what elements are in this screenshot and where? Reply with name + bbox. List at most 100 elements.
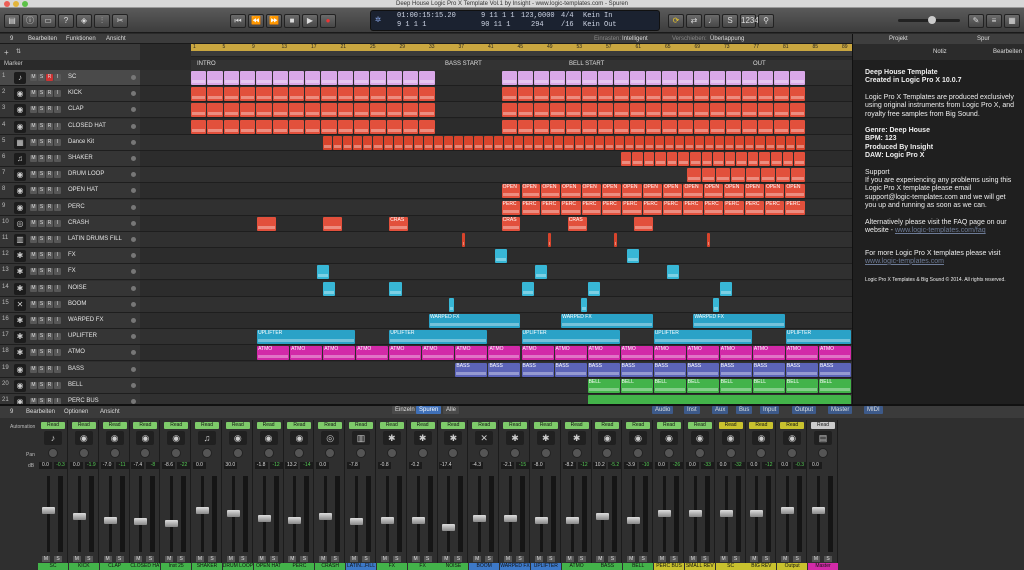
region[interactable] — [773, 71, 789, 85]
input-monitor-button[interactable]: I — [54, 90, 61, 98]
solo-button[interactable]: S — [824, 556, 832, 562]
volume-fader[interactable] — [288, 516, 302, 524]
solo-button[interactable]: S — [115, 556, 124, 562]
region[interactable] — [664, 135, 675, 150]
region[interactable] — [581, 87, 597, 102]
region[interactable]: BELL — [686, 378, 719, 393]
region[interactable] — [735, 135, 745, 150]
region[interactable] — [354, 103, 370, 118]
region[interactable]: PERC — [785, 200, 805, 215]
track-lane[interactable] — [140, 248, 852, 265]
region[interactable] — [370, 103, 386, 118]
region[interactable] — [403, 135, 413, 150]
volume-knob[interactable] — [131, 253, 136, 259]
region[interactable] — [613, 103, 629, 118]
marker[interactable]: OUT — [753, 61, 766, 67]
stop-icon[interactable]: ■ — [284, 14, 300, 28]
volume-knob[interactable] — [131, 285, 136, 291]
solo-button[interactable]: S — [38, 106, 45, 114]
input-monitor-button[interactable]: I — [54, 203, 61, 211]
region[interactable] — [771, 152, 782, 166]
pan-knob[interactable] — [694, 448, 705, 458]
automation-mode-button[interactable]: Read — [164, 422, 189, 429]
region[interactable]: PERC — [683, 200, 703, 215]
region[interactable] — [574, 135, 584, 150]
marker[interactable]: BELL START — [569, 61, 604, 67]
volume-knob[interactable] — [131, 366, 136, 372]
pan-knob[interactable] — [540, 448, 551, 458]
mute-button[interactable]: M — [380, 556, 389, 562]
channel-name[interactable]: NOISE14 — [438, 563, 469, 570]
mute-button[interactable]: M — [627, 556, 636, 562]
region[interactable] — [695, 135, 705, 150]
track-header[interactable]: 6 ♫ M S R I SHAKER — [0, 151, 140, 167]
region[interactable] — [239, 87, 256, 102]
pan-knob[interactable] — [664, 448, 674, 458]
region[interactable] — [709, 103, 725, 118]
region[interactable] — [719, 281, 733, 296]
region[interactable] — [453, 135, 463, 150]
track-lane[interactable] — [140, 118, 852, 135]
region[interactable] — [495, 249, 508, 264]
solo-button[interactable]: S — [38, 122, 45, 130]
channel-name[interactable]: PERC BUS21 — [654, 563, 684, 570]
region[interactable] — [207, 71, 223, 85]
global-tracks-icon[interactable]: ⇅ — [16, 48, 21, 55]
add-track-icon[interactable]: + — [4, 48, 9, 57]
region[interactable]: ATMO — [356, 346, 389, 361]
region[interactable] — [305, 119, 321, 134]
mute-button[interactable]: M — [750, 556, 759, 562]
mute-button[interactable]: M — [42, 556, 50, 562]
record-enable-button[interactable]: R — [46, 333, 53, 341]
region[interactable] — [373, 135, 383, 150]
mute-button[interactable]: M — [30, 381, 37, 389]
region[interactable]: BELL — [620, 378, 653, 393]
region[interactable]: PERC — [642, 200, 663, 215]
automation-mode-button[interactable]: Read — [687, 422, 712, 429]
track-lane[interactable] — [140, 86, 852, 103]
region[interactable] — [701, 168, 716, 183]
volume-fader[interactable] — [504, 515, 517, 523]
pan-knob[interactable] — [294, 448, 305, 458]
mixer-filter-inst[interactable]: Inst — [684, 406, 700, 414]
region[interactable] — [517, 71, 533, 85]
region[interactable] — [716, 168, 731, 183]
region[interactable] — [323, 281, 336, 296]
pan-knob[interactable] — [356, 448, 366, 458]
region[interactable] — [594, 135, 604, 150]
region[interactable]: PERC — [601, 200, 622, 215]
region[interactable]: PERC — [703, 200, 724, 215]
region[interactable] — [353, 135, 363, 150]
mixer-filter-master[interactable]: Master — [828, 406, 853, 414]
region[interactable]: ATMO — [290, 346, 323, 361]
region[interactable] — [463, 135, 473, 150]
volume-knob[interactable] — [131, 107, 136, 113]
mute-button[interactable]: M — [565, 556, 574, 562]
record-enable-button[interactable]: R — [46, 236, 53, 243]
region[interactable] — [789, 71, 805, 85]
functions-menu[interactable]: Funktionen — [66, 34, 96, 44]
mixer-filter-midi[interactable]: MIDI — [864, 406, 883, 414]
region[interactable]: WARPED FX — [428, 314, 521, 328]
region[interactable] — [473, 135, 484, 150]
region[interactable] — [316, 265, 329, 280]
record-enable-button[interactable]: R — [46, 155, 53, 162]
region[interactable] — [620, 152, 632, 166]
arrangement-track[interactable] — [191, 51, 852, 57]
mute-button[interactable]: M — [30, 90, 37, 98]
mixer-filter-audio[interactable]: Audio — [652, 406, 674, 414]
region[interactable] — [725, 119, 741, 134]
volume-fader[interactable] — [134, 518, 148, 526]
region[interactable] — [565, 119, 581, 134]
solo-button[interactable]: S — [208, 556, 216, 562]
automation-mode-button[interactable]: Read — [41, 422, 65, 429]
channel-name[interactable]: SC1 — [38, 563, 68, 570]
mute-button[interactable]: M — [72, 556, 81, 562]
input-monitor-button[interactable]: I — [54, 349, 61, 357]
automation-mode-button[interactable]: Read — [287, 422, 312, 429]
record-enable-button[interactable]: R — [46, 106, 53, 114]
region[interactable] — [549, 103, 565, 118]
region[interactable] — [645, 71, 661, 85]
region[interactable] — [745, 135, 755, 150]
region[interactable]: OPEN — [785, 184, 805, 199]
